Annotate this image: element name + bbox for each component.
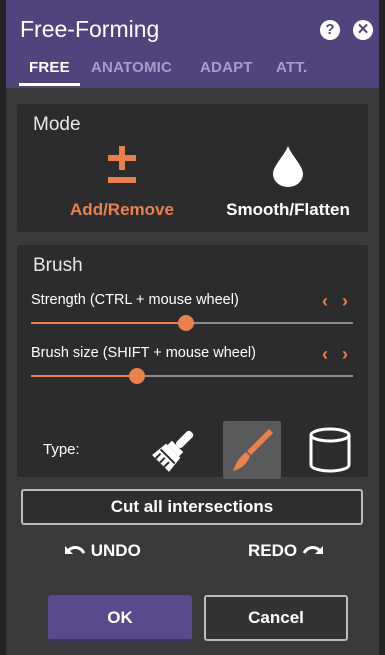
close-circle-icon[interactable]: ✕ bbox=[353, 20, 373, 40]
brush-size-label: Brush size (SHIFT + mouse wheel) bbox=[31, 345, 256, 361]
undo-button[interactable]: UNDO bbox=[62, 541, 141, 561]
question-circle-icon[interactable]: ? bbox=[320, 20, 340, 40]
ok-button[interactable]: OK bbox=[48, 595, 192, 641]
cancel-button[interactable]: Cancel bbox=[204, 595, 348, 641]
strength-slider[interactable] bbox=[31, 315, 353, 331]
strength-label: Strength (CTRL + mouse wheel) bbox=[31, 292, 239, 308]
tab-free[interactable]: FREE bbox=[19, 58, 80, 86]
add-remove-label: Add/Remove bbox=[70, 200, 174, 219]
strength-fill bbox=[31, 322, 186, 324]
tab-anatomic[interactable]: ANATOMIC bbox=[91, 58, 172, 86]
tab-att[interactable]: ATT. bbox=[276, 58, 307, 86]
redo-icon bbox=[302, 546, 323, 554]
brush-size-slider[interactable] bbox=[31, 368, 353, 384]
size-increase-icon[interactable]: › bbox=[342, 345, 348, 363]
undo-label: UNDO bbox=[90, 541, 141, 560]
size-decrease-icon[interactable]: ‹ bbox=[322, 345, 328, 363]
brush-size-fill bbox=[31, 375, 138, 377]
brush-icon bbox=[233, 429, 273, 471]
redo-button[interactable]: REDO bbox=[248, 541, 326, 561]
paint-brush-type-button[interactable] bbox=[145, 421, 203, 479]
strength-decrease-icon[interactable]: ‹ bbox=[322, 292, 328, 310]
add-remove-button[interactable]: Add/Remove bbox=[47, 144, 197, 220]
brush-title: Brush bbox=[33, 255, 83, 276]
tab-adapt[interactable]: ADAPT bbox=[200, 58, 253, 86]
cylinder-icon bbox=[309, 427, 351, 473]
cylinder-type-button[interactable] bbox=[301, 421, 359, 479]
cut-all-intersections-button[interactable]: Cut all intersections bbox=[21, 489, 363, 525]
smooth-flatten-button[interactable]: Smooth/Flatten bbox=[213, 144, 363, 220]
paint-brush-icon bbox=[152, 430, 194, 472]
type-label: Type: bbox=[43, 441, 80, 458]
panel-title: Free-Forming bbox=[20, 16, 160, 42]
strength-thumb[interactable] bbox=[177, 315, 194, 331]
free-forming-panel: Free-Forming ? ✕ FREE ANATOMIC ADAPT ATT… bbox=[0, 0, 385, 655]
panel-header: Free-Forming ? ✕ FREE ANATOMIC ADAPT ATT… bbox=[6, 0, 379, 88]
brush-section: Brush Strength (CTRL + mouse wheel) ‹ › … bbox=[17, 245, 368, 479]
plus-minus-icon bbox=[108, 146, 136, 183]
mode-section: Mode Add/Remove Smooth/Flatten bbox=[17, 104, 368, 232]
mode-title: Mode bbox=[33, 114, 81, 135]
undo-icon bbox=[65, 546, 86, 554]
droplet-icon bbox=[273, 146, 303, 187]
smooth-flatten-label: Smooth/Flatten bbox=[226, 200, 350, 219]
brush-type-button[interactable] bbox=[223, 421, 281, 479]
strength-increase-icon[interactable]: › bbox=[342, 292, 348, 310]
tab-bar: FREE ANATOMIC ADAPT ATT. bbox=[6, 58, 379, 88]
brush-size-thumb[interactable] bbox=[129, 368, 146, 384]
redo-label: REDO bbox=[248, 541, 298, 560]
